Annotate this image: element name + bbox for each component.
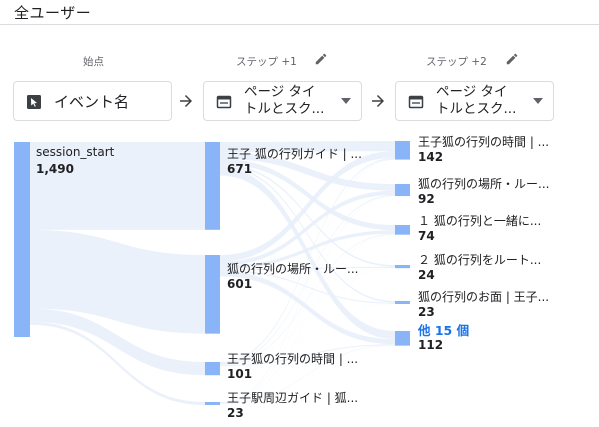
node-bar[interactable]: [395, 301, 410, 305]
node-label[interactable]: session_start: [36, 145, 114, 159]
node-label[interactable]: ２ 狐の行列をルート...: [418, 251, 541, 268]
node-bar[interactable]: [14, 142, 30, 337]
node-bar[interactable]: [205, 142, 220, 230]
node-label[interactable]: 王子狐の行列の時間 | ...: [418, 133, 549, 150]
node-label[interactable]: 狐の行列の場所・ルー...: [418, 175, 549, 192]
node-value: 24: [418, 268, 435, 282]
exploration-canvas: 全ユーザー 始点 ステップ +1 ステップ +2 イベント名 ページ タイ トル…: [0, 0, 599, 427]
node-label[interactable]: 王子駅周辺ガイド | 狐...: [227, 389, 358, 406]
node-value: 101: [227, 367, 253, 381]
node-label[interactable]: 王子 狐の行列ガイド | ...: [227, 145, 362, 162]
node-label[interactable]: 狐の行列のお面 | 王子...: [418, 288, 549, 305]
node-value: 23: [418, 305, 435, 319]
node-label[interactable]: １ 狐の行列と一緒に...: [418, 212, 541, 229]
node-bar[interactable]: [205, 362, 220, 376]
node-bar[interactable]: [395, 225, 410, 235]
node-value: 142: [418, 150, 444, 164]
node-bar[interactable]: [395, 331, 410, 346]
node-value: 92: [418, 192, 435, 206]
node-value: 601: [227, 277, 253, 291]
node-bar[interactable]: [205, 402, 220, 406]
node-label[interactable]: 王子狐の行列の時間 | ...: [227, 350, 358, 367]
node-label[interactable]: 狐の行列の場所・ルー...: [227, 260, 358, 277]
node-value: 112: [418, 338, 444, 352]
node-value: 1,490: [36, 162, 74, 176]
node-value: 23: [227, 406, 244, 420]
node-bar[interactable]: [205, 255, 220, 334]
node-value: 74: [418, 229, 435, 243]
node-bar[interactable]: [395, 141, 410, 160]
node-bar[interactable]: [395, 265, 410, 269]
node-value: 671: [227, 162, 253, 176]
node-bar[interactable]: [395, 184, 410, 197]
more-nodes-link[interactable]: 他 15 個: [418, 320, 469, 339]
